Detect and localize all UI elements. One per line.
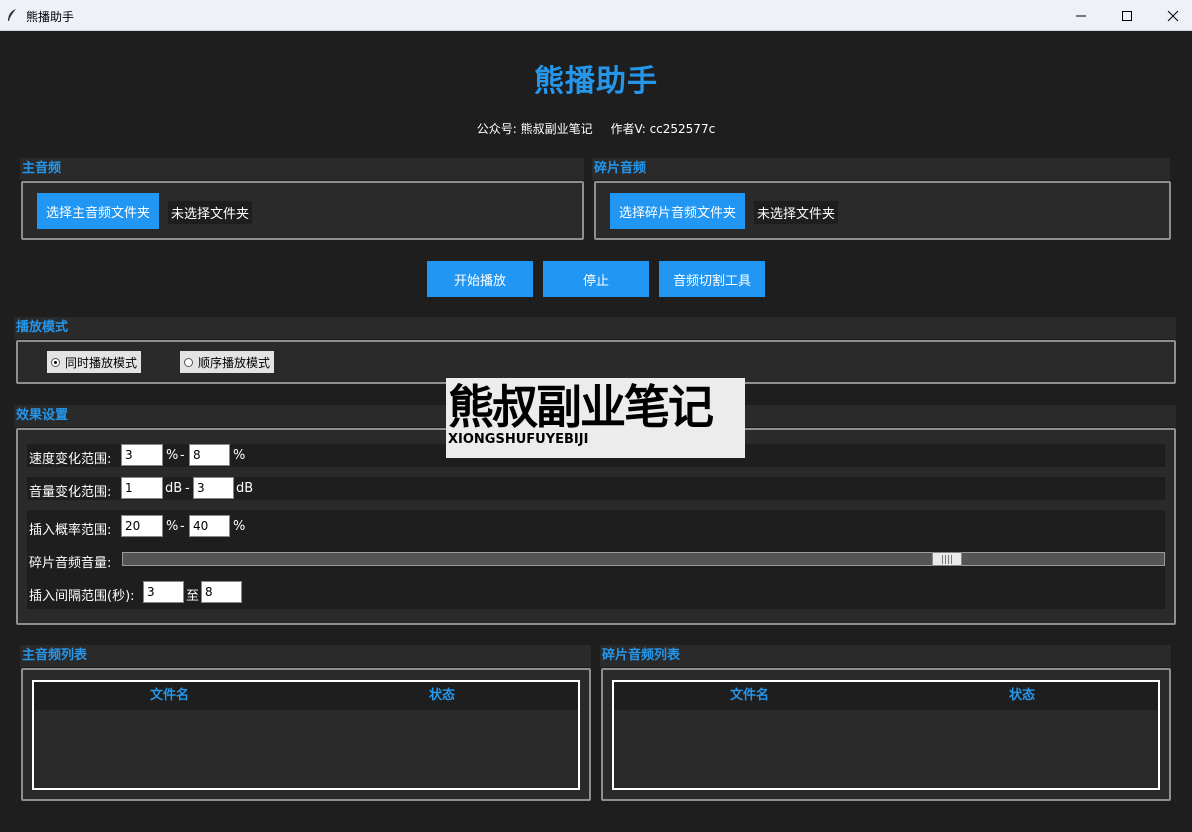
fragment-table-col-filename[interactable]: 文件名 [730,682,769,710]
app-subtitle: 公众号: 熊叔副业笔记 作者V: cc252577c [0,120,1192,137]
volume-max-input[interactable] [193,477,234,499]
select-main-audio-folder-button[interactable]: 选择主音频文件夹 [37,193,159,229]
interval-min-input[interactable] [143,581,184,603]
feather-icon [8,9,16,21]
window-title: 熊播助手 [26,10,75,24]
main-audio-section-title: 主音频 [20,158,584,180]
window-titlebar: 熊播助手 [0,0,1192,31]
main-audio-table[interactable]: 文件名 状态 [32,680,580,790]
probability-range-label: 插入概率范围: [29,523,112,538]
main-table-col-status[interactable]: 状态 [429,682,455,710]
watermark-text: 熊叔副业笔记 [448,380,714,434]
speed-max-unit: % [233,448,246,463]
interval-range-label: 插入间隔范围(秒): [29,589,135,604]
minimize-icon [1076,15,1086,16]
fragment-table-col-status[interactable]: 状态 [1009,682,1035,710]
app-title: 熊播助手 [534,64,658,99]
subtitle-author: 作者V: cc252577c [610,122,716,136]
volume-min-input[interactable] [121,477,163,499]
fragment-volume-slider[interactable] [122,552,1165,566]
speed-min-unit: % [166,448,179,463]
select-fragment-audio-folder-button[interactable]: 选择碎片音频文件夹 [610,193,745,229]
speed-max-input[interactable] [189,444,230,466]
fragment-audio-table[interactable]: 文件名 状态 [612,680,1160,790]
fragment-volume-slider-handle[interactable] [932,552,963,566]
watermark-logo: 熊叔副业笔记 XIONGSHUFUYEBIJI [446,378,745,458]
audio-cut-tool-button[interactable]: 音频切割工具 [659,261,765,297]
fragment-audio-section-title: 碎片音频 [592,158,1170,180]
watermark-subtext: XIONGSHUFUYEBIJI [448,432,589,447]
probability-max-unit: % [233,519,246,534]
speed-range-label: 速度变化范围: [29,452,112,467]
main-audio-table-header: 文件名 状态 [34,682,578,710]
close-button[interactable] [1150,0,1192,31]
main-audio-list-title: 主音频列表 [20,645,591,667]
radio-simultaneous-label: 同时播放模式 [65,355,138,370]
volume-max-unit: dB [236,481,254,496]
close-icon [1167,10,1179,21]
minimize-button[interactable] [1058,0,1104,31]
play-mode-section-title: 播放模式 [14,317,1176,339]
radio-sequential-label: 顺序播放模式 [198,355,271,370]
radio-unselected-icon [184,357,193,367]
radio-simultaneous-mode[interactable]: 同时播放模式 [47,351,142,373]
volume-range-label: 音量变化范围: [29,485,112,500]
probability-max-input[interactable] [189,515,230,537]
stop-button[interactable]: 停止 [543,261,649,297]
main-audio-folder-status: 未选择文件夹 [168,201,253,224]
fragment-audio-table-header: 文件名 状态 [614,682,1158,710]
interval-max-input[interactable] [201,581,242,603]
speed-dash: - [180,448,185,463]
fragment-audio-folder-status: 未选择文件夹 [754,201,839,224]
probability-dash: - [180,519,185,534]
subtitle-wechat: 公众号: 熊叔副业笔记 [476,122,593,136]
fragment-volume-label: 碎片音频音量: [29,556,112,571]
radio-selected-icon [51,357,60,367]
start-play-button[interactable]: 开始播放 [427,261,533,297]
fragment-audio-list-title: 碎片音频列表 [600,645,1171,667]
volume-dash: - [185,481,190,496]
main-table-col-filename[interactable]: 文件名 [150,682,189,710]
volume-min-unit: dB [165,481,183,496]
maximize-icon [1122,10,1132,21]
interval-separator: 至 [186,589,200,604]
probability-min-input[interactable] [121,515,163,537]
speed-min-input[interactable] [121,444,163,466]
probability-min-unit: % [166,519,179,534]
radio-sequential-mode[interactable]: 顺序播放模式 [180,351,275,373]
maximize-button[interactable] [1104,0,1150,31]
